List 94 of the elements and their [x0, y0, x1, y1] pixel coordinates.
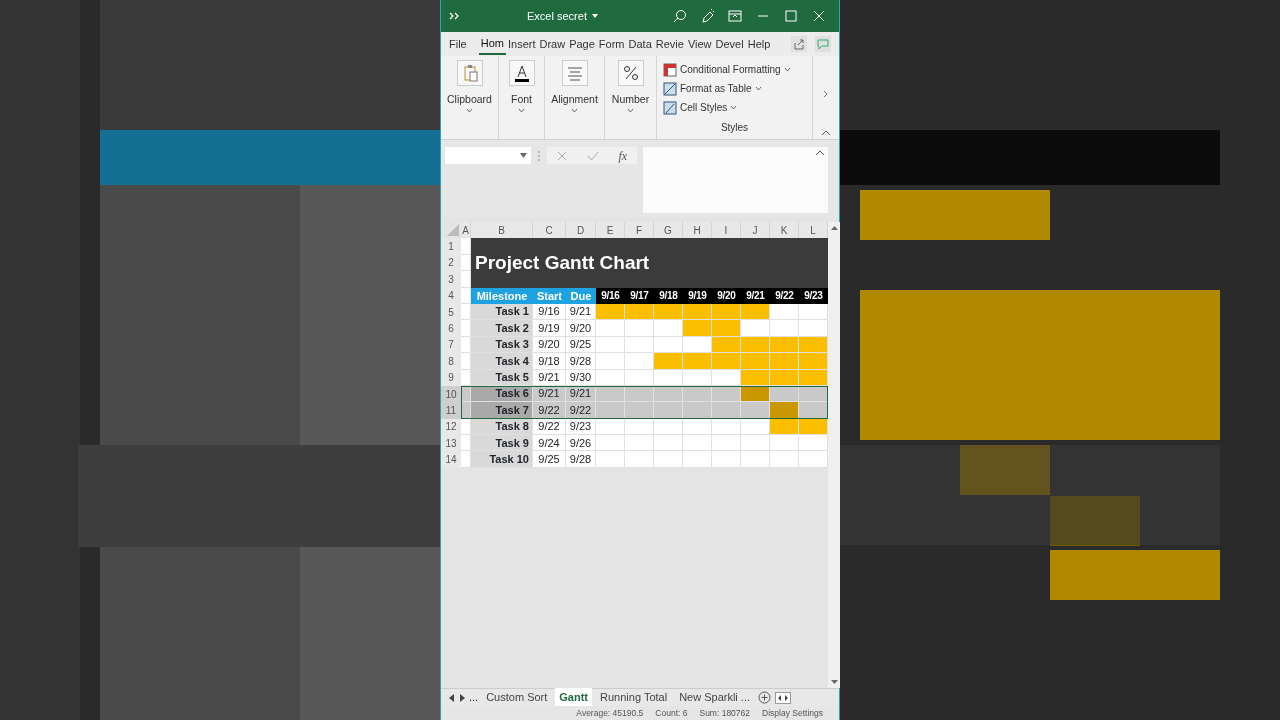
sheet-tab[interactable]: Running Total	[596, 688, 672, 707]
chevron-down-icon[interactable]	[466, 107, 473, 113]
check-icon[interactable]	[586, 150, 599, 161]
status-text: Display Settings	[762, 706, 823, 720]
chevron-right-icon[interactable]	[823, 90, 829, 98]
chevron-down-icon[interactable]	[627, 107, 634, 113]
ribbon-tab[interactable]: View	[685, 33, 714, 55]
sheet-title: Project Gantt Chart	[471, 238, 828, 288]
prev-sheet-icon[interactable]	[449, 693, 455, 702]
table-cell: 9/28	[566, 353, 596, 370]
table-cell: 9/28	[566, 451, 596, 468]
sheet-tab[interactable]: Custom Sort	[482, 688, 552, 707]
chevron-down-icon[interactable]	[754, 86, 762, 91]
more-sheets[interactable]: ...	[469, 689, 479, 706]
row-header[interactable]: 13	[441, 435, 461, 452]
ribbon-tab[interactable]: Draw	[537, 33, 568, 55]
table-cell: Task 4	[471, 353, 533, 370]
column-header[interactable]: C	[533, 222, 566, 239]
conditional-formatting-icon	[663, 62, 677, 77]
ribbon-command[interactable]: Conditional Formatting	[680, 62, 781, 77]
sheet-tab[interactable]: New Sparkli ...	[675, 688, 755, 707]
column-header[interactable]: F	[625, 222, 654, 239]
column-header[interactable]: G	[654, 222, 683, 239]
column-header[interactable]: L	[799, 222, 828, 239]
caret-icon[interactable]	[590, 13, 599, 19]
table-format-icon	[663, 81, 677, 96]
collapse-icon[interactable]	[815, 150, 825, 156]
next-sheet-icon[interactable]	[459, 693, 465, 702]
row-header[interactable]: 14	[441, 451, 461, 468]
search-icon[interactable]	[671, 8, 687, 24]
add-sheet-icon[interactable]	[758, 691, 772, 704]
ribbon-tab[interactable]: Insert	[505, 33, 538, 55]
ribbon-command[interactable]: Format as Table	[680, 81, 752, 96]
table-cell: 9/20	[566, 320, 596, 337]
pen-icon[interactable]	[699, 8, 715, 24]
table-cell: 9/26	[566, 435, 596, 452]
formula-input[interactable]	[643, 147, 828, 213]
status-text: Count: 6	[655, 706, 688, 720]
table-cell: 9/24	[533, 435, 566, 452]
ribbon-tab[interactable]: Form	[596, 33, 627, 55]
column-header[interactable]: H	[683, 222, 712, 239]
status-text: Sum: 180762	[699, 706, 751, 720]
ribbon-tab[interactable]: Revie	[653, 33, 686, 55]
ribbon-tab[interactable]: Devel	[713, 33, 746, 55]
scroll-arrows-icon[interactable]	[775, 691, 792, 704]
row-header[interactable]: 6	[441, 320, 461, 337]
chevron-down-icon[interactable]	[518, 107, 525, 113]
table-cell: Task 9	[471, 435, 533, 452]
column-header[interactable]: E	[596, 222, 625, 239]
close-icon[interactable]	[811, 8, 827, 24]
column-header[interactable]: I	[712, 222, 741, 239]
chevron-icon[interactable]	[447, 10, 461, 22]
group-label: Styles	[719, 121, 750, 135]
row-header[interactable]: 8	[441, 353, 461, 370]
ribbon-button[interactable]	[617, 60, 644, 86]
status-text: Average: 45190.5	[576, 706, 644, 720]
ribbon-tab[interactable]: File	[447, 33, 469, 55]
maximize-icon[interactable]	[783, 8, 799, 24]
table-cell: 9/25	[533, 451, 566, 468]
group-label: Number	[611, 92, 650, 107]
sheet-tab[interactable]: Gantt	[555, 688, 593, 707]
row-header[interactable]: 1	[441, 238, 461, 255]
ribbon-command[interactable]: Cell Styles	[680, 100, 728, 115]
column-header[interactable]: K	[770, 222, 799, 239]
column-header[interactable]: J	[741, 222, 770, 239]
grip-icon	[537, 150, 541, 162]
table-cell: Task 2	[471, 320, 533, 337]
chevron-down-icon[interactable]	[730, 105, 738, 110]
window-icon[interactable]	[727, 8, 743, 24]
chevron-down-icon[interactable]	[783, 67, 791, 72]
table-cell: 9/22	[533, 402, 566, 419]
window-title: Excel secret	[527, 8, 587, 24]
ribbon-button[interactable]	[508, 60, 535, 86]
group-label: Font	[511, 92, 532, 107]
ribbon-tab[interactable]: Help	[745, 33, 773, 55]
table-cell: 9/22	[566, 402, 596, 419]
cell-styles-icon	[663, 100, 677, 115]
collapse-icon[interactable]	[821, 130, 831, 136]
insert-function-button[interactable]: fx	[618, 146, 628, 165]
table-cell: 9/18	[533, 353, 566, 370]
ribbon-tab[interactable]: Page	[567, 33, 597, 55]
share-icon[interactable]	[791, 36, 807, 52]
table-cell: 9/19	[533, 320, 566, 337]
chevron-down-icon[interactable]	[571, 107, 578, 113]
group-label: Clipboard	[447, 92, 492, 107]
column-header[interactable]: B	[471, 222, 533, 239]
table-cell: Task 7	[471, 402, 533, 419]
column-header[interactable]: D	[566, 222, 596, 239]
group-label: Alignment	[551, 92, 598, 107]
ribbon-tab[interactable]: Data	[626, 33, 654, 55]
table-cell: Task 10	[471, 451, 533, 468]
row-header[interactable]: 11	[441, 402, 461, 419]
caret-icon	[520, 153, 527, 158]
row-header[interactable]: 3	[441, 271, 461, 288]
